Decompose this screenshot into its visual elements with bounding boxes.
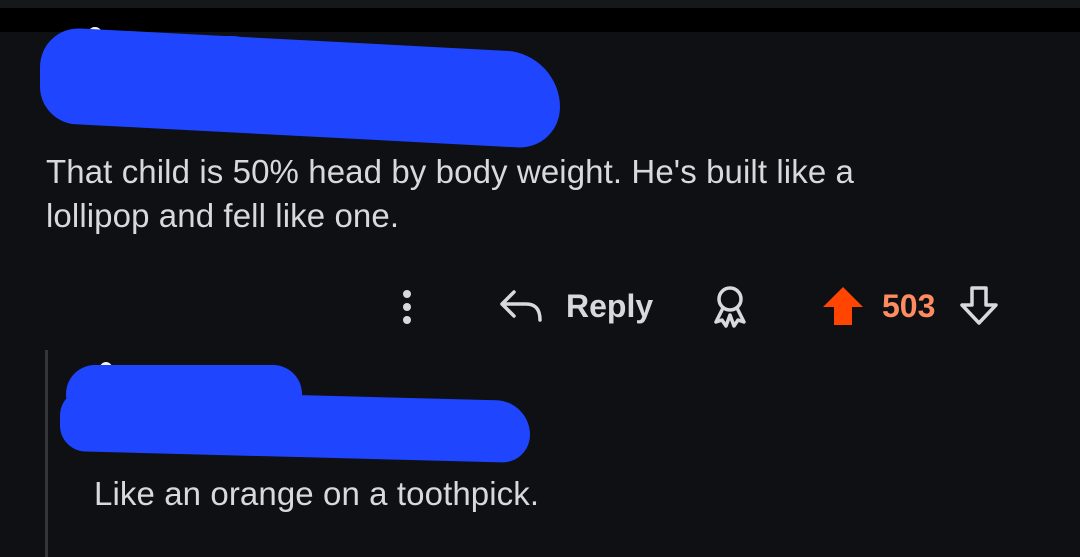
reply-label: Reply bbox=[566, 287, 654, 324]
top-strip bbox=[0, 0, 1080, 32]
comment-body-line-1: That child is 50% head by body weight. H… bbox=[46, 153, 855, 190]
downvote-arrow-icon bbox=[960, 286, 998, 325]
more-vertical-icon-dot bbox=[403, 316, 411, 324]
reply-body: Like an orange on a toothpick. bbox=[94, 475, 540, 512]
upvote-arrow-icon bbox=[823, 287, 863, 325]
reply-redacted-author-header-tail bbox=[60, 388, 530, 464]
upvote-button[interactable] bbox=[820, 283, 866, 329]
comment-body: That child is 50% head by body weight. H… bbox=[46, 150, 854, 238]
comment-body-line-2: lollipop and fell like one. bbox=[46, 197, 400, 234]
reply-arrow-icon bbox=[500, 290, 542, 322]
thread-line[interactable] bbox=[45, 350, 48, 557]
downvote-button[interactable] bbox=[956, 283, 1002, 329]
more-vertical-icon-dot bbox=[403, 303, 411, 311]
top-strip-edge bbox=[0, 0, 1080, 8]
vote-score: 503 bbox=[882, 288, 936, 324]
redacted-author-header-overlap bbox=[48, 36, 258, 86]
award-icon bbox=[714, 286, 746, 328]
more-options-button[interactable] bbox=[396, 285, 418, 327]
more-vertical-icon bbox=[403, 290, 411, 298]
award-button[interactable] bbox=[706, 282, 754, 330]
reply-button[interactable]: Reply bbox=[496, 282, 653, 330]
